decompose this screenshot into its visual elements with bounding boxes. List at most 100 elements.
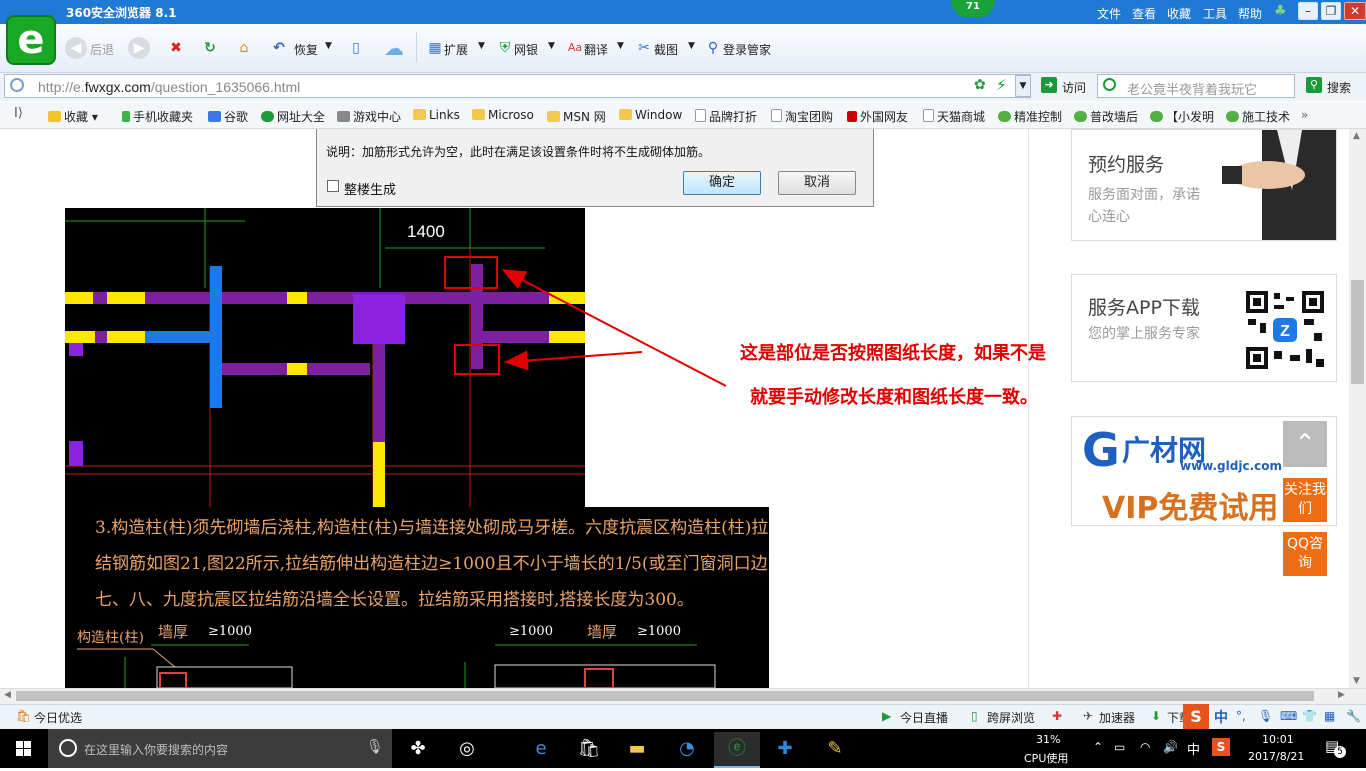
- extend-icon[interactable]: ▦: [424, 37, 446, 59]
- whole-building-label[interactable]: 整楼生成: [344, 179, 396, 198]
- app-download-card[interactable]: 服务APP下载 您的掌上服务专家 Z: [1071, 274, 1337, 382]
- whole-building-checkbox[interactable]: [327, 180, 339, 192]
- fav-brand-discount[interactable]: 品牌打折: [695, 108, 757, 125]
- search-engine-icon[interactable]: [1103, 78, 1116, 91]
- sogou-ime-icon[interactable]: S: [1183, 704, 1209, 729]
- extend-label[interactable]: 扩展: [444, 41, 468, 58]
- wifi-icon[interactable]: ◠: [1140, 740, 1150, 754]
- vertical-scrollbar[interactable]: [1349, 129, 1366, 688]
- taskbar-app-explorer-icon[interactable]: ▬: [614, 732, 660, 766]
- taskbar-app-plus-icon[interactable]: ✚: [762, 732, 808, 766]
- taskbar-sogou-icon[interactable]: S: [1212, 738, 1230, 756]
- taskbar-app-notes-icon[interactable]: ✎: [812, 732, 858, 766]
- translate-icon[interactable]: Aa: [564, 37, 586, 59]
- fav-tmall[interactable]: 天猫商城: [923, 108, 985, 125]
- start-button[interactable]: [0, 729, 48, 768]
- settings-wrench-icon[interactable]: 🔧: [1346, 709, 1361, 723]
- home-icon[interactable]: ⌂: [233, 37, 255, 59]
- taskbar-search-input[interactable]: 在这里输入你要搜索的内容: [84, 741, 228, 758]
- cross-screen-browse[interactable]: 跨屏浏览: [987, 709, 1035, 726]
- scroll-left-icon[interactable]: ◀: [4, 690, 11, 700]
- cross-screen-icon[interactable]: ▯: [971, 709, 978, 723]
- netbank-label[interactable]: 网银: [514, 41, 538, 58]
- taskbar-app-store-icon[interactable]: 🛍: [566, 732, 612, 766]
- health-icon[interactable]: ✚: [1052, 709, 1062, 723]
- taskbar-app-360-browser-icon[interactable]: ⓔ: [714, 732, 760, 768]
- screenshot-icon[interactable]: ✂: [633, 37, 655, 59]
- forward-icon[interactable]: ▶: [128, 37, 150, 59]
- address-dropdown-icon[interactable]: ▼: [1015, 75, 1031, 97]
- back-to-top-icon[interactable]: ⌃: [1283, 421, 1327, 467]
- login-manager-icon[interactable]: ⚲: [702, 37, 724, 59]
- url-text[interactable]: http://e.fwxgx.com/question_1635066.html: [38, 79, 300, 95]
- speed-mode-icon[interactable]: ⚡: [996, 76, 1007, 94]
- fav-microsoft[interactable]: Microso: [472, 108, 534, 122]
- clock-time[interactable]: 10:01: [1262, 733, 1294, 746]
- volume-icon[interactable]: 🔊: [1163, 740, 1178, 754]
- taskbar-app-360-guard-icon[interactable]: ◔: [664, 732, 710, 766]
- netbank-icon[interactable]: ⛨: [494, 37, 516, 59]
- cloud-icon[interactable]: ☁: [380, 37, 408, 59]
- menu-file[interactable]: 文件: [1097, 5, 1121, 22]
- sidebar-toggle-icon[interactable]: I⟩: [14, 106, 23, 121]
- today-picks-icon[interactable]: 🛍: [16, 709, 31, 723]
- back-icon[interactable]: ◀: [65, 37, 87, 59]
- scroll-right-icon[interactable]: ▶: [1338, 690, 1345, 700]
- scroll-up-icon[interactable]: ▲: [1353, 131, 1360, 141]
- stop-icon[interactable]: ✖: [165, 37, 187, 59]
- cpu-label[interactable]: CPU使用: [1024, 750, 1068, 766]
- restore-label[interactable]: 恢复: [294, 41, 318, 58]
- fav-mobile[interactable]: 手机收藏夹: [122, 108, 193, 125]
- visit-button[interactable]: 访问: [1062, 79, 1086, 96]
- fav-precise-control[interactable]: 精准控制: [998, 108, 1062, 125]
- phone-icon[interactable]: ▯: [345, 37, 367, 59]
- qq-consult-button[interactable]: QQ咨询: [1283, 532, 1327, 576]
- browser-logo-icon[interactable]: e: [6, 15, 56, 65]
- menu-view[interactable]: 查看: [1132, 5, 1156, 22]
- today-picks[interactable]: 今日优选: [34, 709, 82, 726]
- screenshot-label[interactable]: 截图: [654, 41, 678, 58]
- taskbar-app-edge-icon[interactable]: e: [518, 732, 564, 766]
- back-label[interactable]: 后退: [90, 41, 114, 58]
- live-icon[interactable]: ▶: [882, 709, 891, 723]
- search-input[interactable]: 老公竟半夜背着我玩它: [1127, 79, 1257, 98]
- maximize-button[interactable]: ❐: [1321, 2, 1341, 20]
- accelerator[interactable]: 加速器: [1099, 709, 1135, 726]
- minimize-button[interactable]: –: [1298, 2, 1318, 20]
- more-favorites-icon[interactable]: »: [1301, 108, 1308, 122]
- menu-tools[interactable]: 工具: [1203, 5, 1227, 22]
- restore-dropdown-icon[interactable]: ▼: [325, 41, 332, 51]
- download-icon[interactable]: ⬇: [1151, 709, 1161, 723]
- fav-foreign-friends[interactable]: 外国网友: [847, 108, 908, 125]
- keyboard-icon[interactable]: ⌨: [1280, 709, 1297, 723]
- cancel-button[interactable]: 取消: [778, 171, 856, 195]
- visit-icon[interactable]: ➜: [1041, 77, 1057, 93]
- fav-favorites[interactable]: 收藏 ▾: [48, 108, 98, 125]
- menu-help[interactable]: 帮助: [1238, 5, 1262, 22]
- skin-shirt-icon[interactable]: 👕: [1302, 709, 1317, 723]
- clock-date[interactable]: 2017/8/21: [1248, 750, 1304, 763]
- vertical-scroll-thumb[interactable]: [1351, 280, 1364, 384]
- fav-site-directory[interactable]: 网址大全: [261, 108, 325, 125]
- fav-google[interactable]: 谷歌: [208, 108, 248, 125]
- today-live[interactable]: 今日直播: [900, 709, 948, 726]
- cortana-icon[interactable]: [59, 739, 77, 757]
- login-manager-label[interactable]: 登录管家: [723, 41, 771, 58]
- ime-mode[interactable]: 中: [1214, 707, 1228, 727]
- fav-wall-change[interactable]: 普改墙后: [1074, 108, 1138, 125]
- fav-windows[interactable]: Window: [619, 108, 682, 122]
- search-button[interactable]: 搜索: [1327, 79, 1351, 96]
- menu-favorites[interactable]: 收藏: [1167, 5, 1191, 22]
- translate-label[interactable]: 翻译: [584, 41, 608, 58]
- fav-construction-tech[interactable]: 施工技术: [1226, 108, 1290, 125]
- skin-icon[interactable]: ♣: [1274, 3, 1287, 19]
- taskbar-app-chrome-icon[interactable]: ◎: [444, 732, 490, 766]
- tray-expand-icon[interactable]: ⌃: [1093, 740, 1103, 754]
- restore-icon[interactable]: ↶: [268, 37, 290, 59]
- refresh-icon[interactable]: ↻: [199, 37, 221, 59]
- taskbar-ime[interactable]: 中: [1187, 739, 1200, 758]
- netbank-dropdown-icon[interactable]: ▼: [548, 41, 555, 51]
- tray-window-icon[interactable]: ▭: [1114, 740, 1125, 754]
- cpu-percent[interactable]: 31%: [1036, 733, 1060, 746]
- accelerator-icon[interactable]: ✈: [1083, 709, 1093, 723]
